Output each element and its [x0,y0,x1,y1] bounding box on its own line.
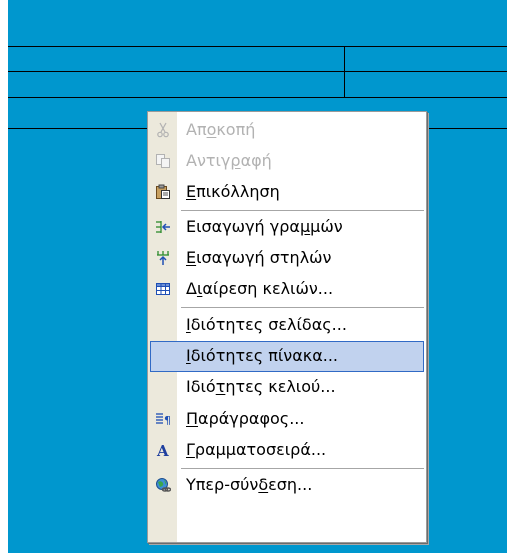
menu-item-label-text: ραμματοσειρά... [194,440,327,459]
menu-item-label-text: μών [310,217,343,236]
menu-item-label-text: κοπή [216,120,256,139]
menu-item-table-properties[interactable]: Ιδιότητες πίνακα... [150,341,424,372]
svg-text:A: A [156,442,169,458]
menu-item-label: Εισαγωγή στηλών [186,249,332,267]
menu-item-label: Παράγραφος... [186,410,304,428]
menu-item-accelerator: δ [258,475,269,494]
menu-item-copy[interactable]: Αντιγραφή [150,146,424,177]
menu-item-accelerator: Ε [186,182,197,201]
menu-item-cut[interactable]: Αποκοπή [150,115,424,146]
menu-item-label: Εισαγωγή γραμμών [186,218,343,236]
menu-item-accelerator: ρ [230,151,241,170]
menu-item-label-text: Εισαγωγή γρα [186,217,300,236]
paragraph-icon: ¶ [154,410,172,428]
insert-rows-icon [154,218,172,236]
menu-item-label-text: Αντιγ [186,151,231,170]
table-border-line [8,71,507,72]
copy-icon [154,152,172,170]
table-border-line [8,97,507,98]
menu-item-label: Γραμματοσειρά... [186,441,326,459]
menu-item-label: Ιδιότητες σελίδας... [186,316,347,334]
scissors-icon [154,121,172,139]
menu-item-accelerator: Ε [186,248,197,267]
menu-item-label: Ιδιότητες κελιού... [186,378,336,396]
menu-item-paste[interactable]: Επικόλληση [150,177,424,208]
menu-item-label-text: Υπερ-σύν [186,475,259,494]
menu-item-accelerator: ο [206,120,217,139]
menu-separator [181,210,424,211]
menu-separator [181,307,424,308]
menu-item-split-cells[interactable]: Διαίρεση κελιών... [150,274,424,305]
insert-columns-icon [154,249,172,267]
menu-item-label-text: πικόλληση [196,182,280,201]
menu-item-label: Αντιγραφή [186,152,272,170]
menu-item-label-text: Δ [186,279,197,298]
menu-item-insert-rows[interactable]: Εισαγωγή γραμμών [150,212,424,243]
menu-item-label-text: διότητες πίνακα... [190,346,339,365]
menu-item-label: Αποκοπή [186,121,255,139]
font-icon: A [154,441,172,459]
menu-item-label-text: ητες κελιού... [225,377,336,396]
menu-item-label: Διαίρεση κελιών... [186,280,333,298]
split-cells-icon [154,280,172,298]
hyperlink-icon [154,476,172,494]
table-border-line [8,46,507,47]
menu-item-accelerator: τ [215,377,226,396]
menu-item-paragraph[interactable]: ¶ Παράγραφος... [150,404,424,435]
svg-text:¶: ¶ [164,414,171,427]
menu-item-label-text: ισαγωγή στηλών [196,248,332,267]
menu-item-label-text: Απ [186,120,207,139]
menu-item-label: Ιδιότητες πίνακα... [186,347,338,365]
menu-item-label-text: εση... [268,475,313,494]
menu-item-label-text: Ιδιό [186,377,216,396]
menu-separator [181,468,424,469]
menu-item-label-text: αίρεση κελιών... [202,279,334,298]
menu-item-accelerator: Π [186,409,199,428]
menu-item-insert-columns[interactable]: Εισαγωγή στηλών [150,243,424,274]
menu-item-cell-properties[interactable]: Ιδιότητες κελιού... [150,372,424,403]
paste-icon [154,183,172,201]
menu-item-hyperlink[interactable]: Υπερ-σύνδεση... [150,470,424,501]
table-column-divider [344,46,345,97]
menu-item-font[interactable]: A Γραμματοσειρά... [150,435,424,466]
menu-item-label-text: αφή [240,151,272,170]
context-menu: Αποκοπή Αντιγραφή Επικόλληση Εισαγωγή γρ… [147,111,427,543]
menu-item-label: Επικόλληση [186,183,280,201]
menu-item-label-text: αράγραφος... [198,409,305,428]
menu-item-accelerator: Γ [186,440,195,459]
menu-item-accelerator: μ [299,217,311,236]
menu-item-label-text: διότητες σελίδας... [190,315,347,334]
menu-item-label: Υπερ-σύνδεση... [186,476,312,494]
menu-item-page-properties[interactable]: Ιδιότητες σελίδας... [150,310,424,341]
